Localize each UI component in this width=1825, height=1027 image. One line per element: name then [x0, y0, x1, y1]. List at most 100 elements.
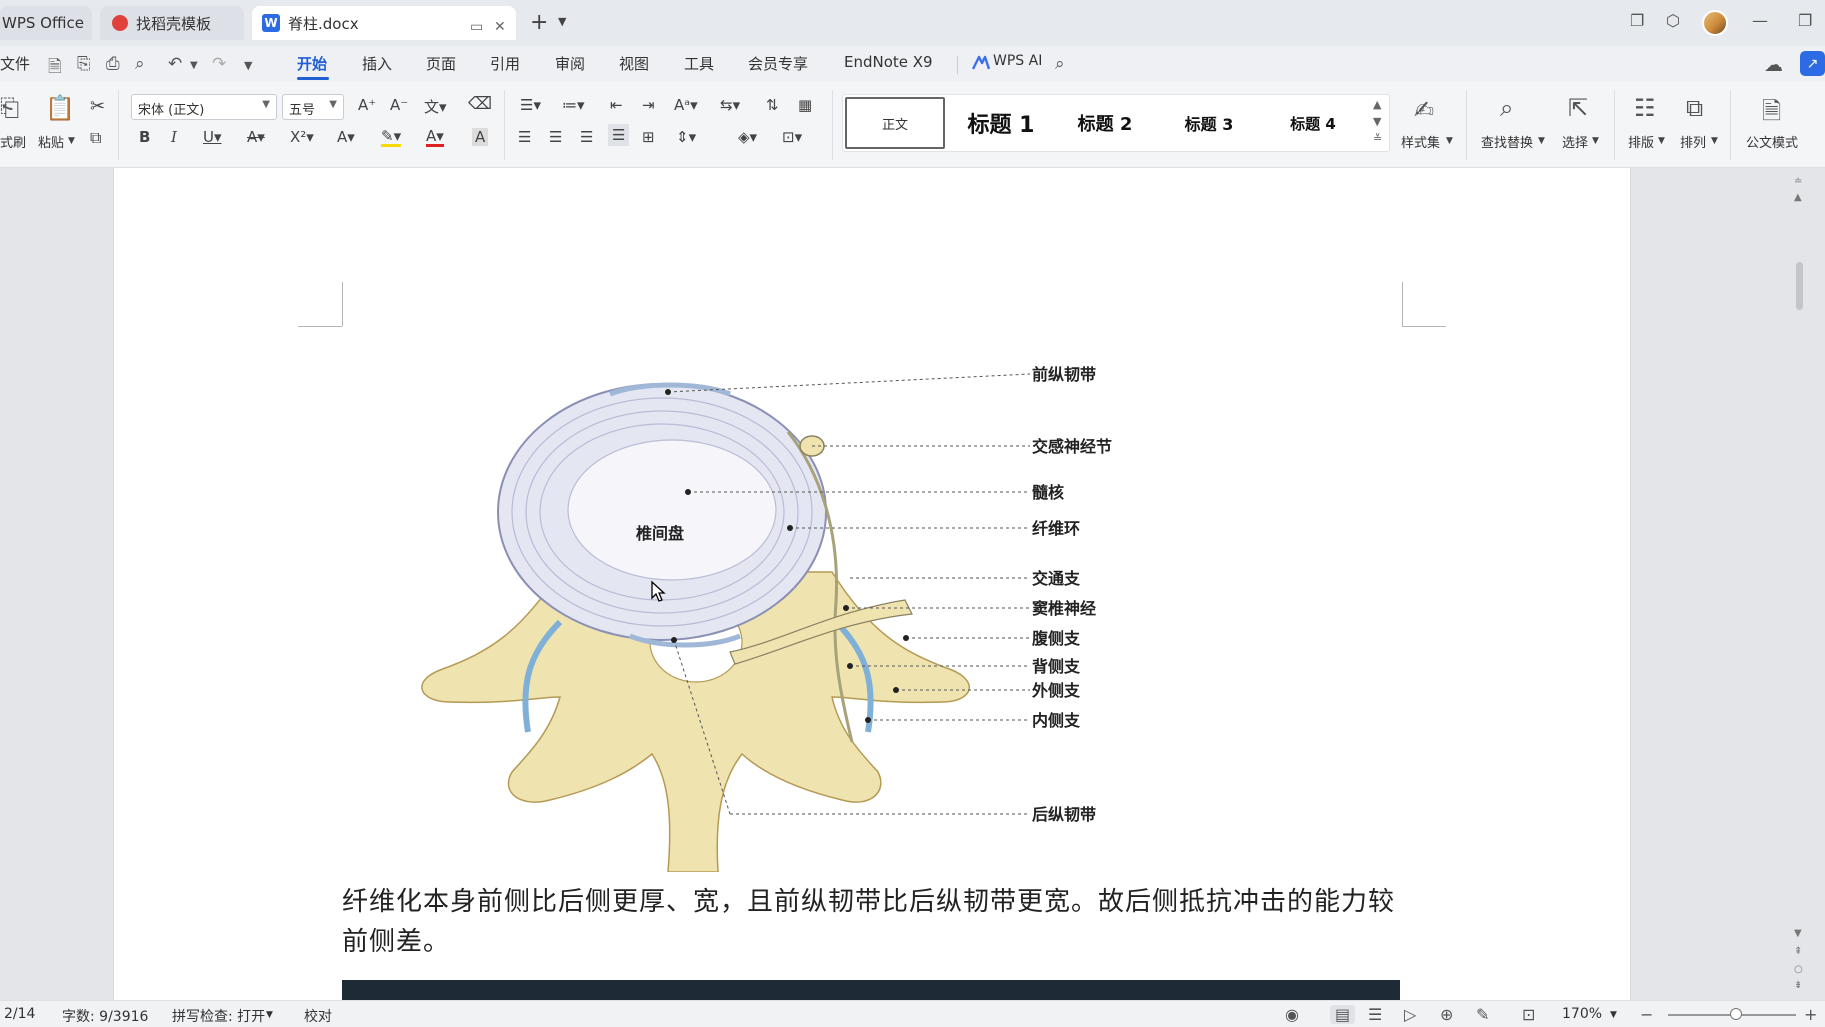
menu-tools[interactable]: 工具 [684, 53, 714, 74]
tab-template[interactable]: 找稻壳模板 [100, 6, 244, 40]
body-paragraph[interactable]: 纤维化本身前侧比后侧更厚、宽，且前纵韧带比后纵韧带更宽。故后侧抵抗冲击的能力较前… [342, 882, 1402, 962]
chevron-down-icon[interactable]: ▼ [558, 15, 566, 28]
clear-format-icon[interactable]: ⌫ [468, 94, 492, 114]
next-image-preview[interactable] [342, 980, 1400, 1000]
web-view-icon[interactable]: ⊕ [1440, 1005, 1453, 1024]
layout-icon[interactable]: ☷ [1634, 94, 1656, 122]
cloud-sync-icon[interactable]: ☁ [1764, 54, 1783, 76]
undo-icon[interactable]: ↶ [168, 54, 182, 74]
superscript-icon[interactable]: X²▾ [290, 128, 314, 146]
chevron-down-icon[interactable]: ▼ [1538, 136, 1545, 146]
decrease-indent-icon[interactable]: ⇤ [610, 96, 623, 114]
menu-view[interactable]: 视图 [619, 53, 649, 74]
menu-wps-ai[interactable]: WPS AI [993, 53, 1042, 69]
scroll-down-icon[interactable]: ▼ [1794, 928, 1802, 939]
format-painter-icon[interactable]: ⎗ [0, 94, 19, 122]
redo-icon[interactable]: ↷ [212, 54, 226, 74]
new-tab-icon[interactable]: + [530, 10, 548, 35]
pin-window-icon[interactable]: ▭ [470, 19, 483, 35]
align-right-icon[interactable]: ☰ [580, 128, 593, 146]
tab-wps-office[interactable]: WPS Office [0, 6, 92, 40]
bold-icon[interactable]: B [139, 128, 150, 146]
swap-direction-icon[interactable]: ⇆▾ [720, 96, 740, 114]
select-label[interactable]: 选择 [1562, 132, 1588, 151]
scroll-up-icon[interactable]: ▲ [1794, 192, 1802, 203]
paste-icon[interactable]: 📋 [45, 94, 75, 122]
shrink-font-icon[interactable]: A⁻ [390, 96, 408, 114]
phonetic-guide-icon[interactable]: 文▾ [424, 96, 447, 117]
cube-icon[interactable]: ⬡ [1666, 11, 1680, 30]
font-size-select[interactable]: 五号 ▼ [282, 94, 344, 120]
zoom-out-icon[interactable]: − [1640, 1005, 1653, 1024]
font-color-icon[interactable]: A▾ [426, 128, 444, 147]
export-pdf-icon[interactable]: ⎘ [77, 54, 91, 74]
tab-document[interactable]: W 脊柱.docx ▭ ✕ [252, 6, 516, 40]
show-marks-icon[interactable]: ▦ [798, 96, 812, 114]
highlight-icon[interactable]: ✎▾ [381, 128, 402, 147]
share-button[interactable]: ↗ [1800, 51, 1825, 76]
expand-gallery-icon[interactable]: ≚ [1373, 130, 1382, 147]
arrange-icon[interactable]: ⧉ [1686, 94, 1703, 122]
print-preview-icon[interactable]: ⌕ [135, 54, 145, 74]
chevron-down-icon[interactable]: ▼ [1711, 136, 1718, 146]
line-spacing-icon[interactable]: ⇕▾ [676, 128, 696, 146]
align-center-icon[interactable]: ☰ [549, 128, 562, 146]
scrollbar-thumb[interactable] [1796, 262, 1803, 310]
font-name-select[interactable]: 宋体 (正文) ▼ [131, 94, 277, 120]
numbered-list-icon[interactable]: ≔▾ [562, 96, 585, 114]
chevron-down-icon[interactable]: ▼ [1610, 1010, 1617, 1020]
style-heading-2[interactable]: 标题 2 [1055, 97, 1155, 149]
find-replace-label[interactable]: 查找替换 [1481, 132, 1533, 151]
justify-icon[interactable]: ☰ [608, 124, 630, 146]
chevron-down-icon[interactable]: ▼ [1592, 136, 1599, 146]
bullet-list-icon[interactable]: ☰▾ [520, 96, 541, 114]
format-painter-label[interactable]: 式刷 [0, 132, 26, 151]
chevron-down-icon[interactable]: ▼ [1373, 113, 1382, 130]
borders-icon[interactable]: ⊡▾ [782, 128, 802, 146]
prev-page-icon[interactable]: ⇞ [1794, 946, 1802, 957]
chevron-down-icon[interactable]: ▼ [266, 1010, 273, 1020]
restore-icon[interactable]: ❐ [1798, 11, 1812, 30]
menu-insert[interactable]: 插入 [362, 53, 392, 74]
close-tab-icon[interactable]: ✕ [494, 19, 506, 35]
strikethrough-icon[interactable]: A▾ [247, 128, 265, 146]
save-icon[interactable]: 🗎 [48, 54, 62, 83]
chevron-up-icon[interactable]: ▲ [1373, 96, 1382, 113]
copy-icon[interactable]: ⧉ [90, 128, 101, 148]
menu-home[interactable]: 开始 [297, 53, 327, 74]
style-heading-3[interactable]: 标题 3 [1159, 97, 1259, 149]
text-direction-icon[interactable]: Aᵃ▾ [674, 96, 698, 114]
increase-indent-icon[interactable]: ⇥ [642, 96, 655, 114]
outline-view-icon[interactable]: ☰ [1368, 1005, 1382, 1024]
italic-icon[interactable]: I [171, 128, 177, 146]
underline-icon[interactable]: U▾ [203, 128, 222, 146]
layout-label[interactable]: 排版 [1628, 132, 1654, 151]
print-icon[interactable]: ⎙ [106, 54, 120, 74]
menu-endnote[interactable]: EndNote X9 [844, 53, 933, 71]
minimize-icon[interactable]: — [1752, 11, 1768, 30]
avatar[interactable] [1702, 10, 1728, 36]
undo-menu-chevron-icon[interactable]: ▼ [190, 60, 198, 71]
style-heading-4[interactable]: 标题 4 [1263, 97, 1363, 149]
find-replace-icon[interactable]: ⌕ [1500, 94, 1513, 122]
align-left-icon[interactable]: ☰ [518, 128, 531, 146]
style-gallery-scroll[interactable]: ▲ ▼ ≚ [1373, 96, 1382, 147]
shading-icon[interactable]: ◈▾ [738, 128, 757, 146]
zoom-slider-thumb[interactable] [1730, 1008, 1742, 1020]
page-view-icon[interactable]: ▤ [1330, 1005, 1356, 1024]
style-set-icon[interactable]: ✍ [1414, 96, 1434, 124]
paste-label[interactable]: 粘贴 [38, 132, 64, 151]
customize-chevron-icon[interactable]: ▼ [244, 59, 252, 72]
select-cursor-icon[interactable]: ⇱ [1568, 94, 1588, 122]
fit-page-icon[interactable]: ⊡ [1522, 1005, 1535, 1024]
distribute-icon[interactable]: ⊞ [642, 128, 655, 146]
style-heading-1[interactable]: 标题 1 [951, 97, 1051, 149]
select-browse-icon[interactable]: ○ [1794, 964, 1803, 975]
sort-icon[interactable]: ⇅ [766, 96, 779, 114]
search-icon[interactable]: ⌕ [1055, 54, 1065, 74]
scroll-top-icon[interactable]: ≐ [1794, 176, 1802, 187]
page-indicator[interactable]: 2/14 [4, 1006, 35, 1022]
chevron-down-icon[interactable]: ▼ [1446, 136, 1453, 146]
menu-member[interactable]: 会员专享 [748, 53, 808, 74]
official-doc-icon[interactable]: 🗎 [1762, 94, 1781, 135]
